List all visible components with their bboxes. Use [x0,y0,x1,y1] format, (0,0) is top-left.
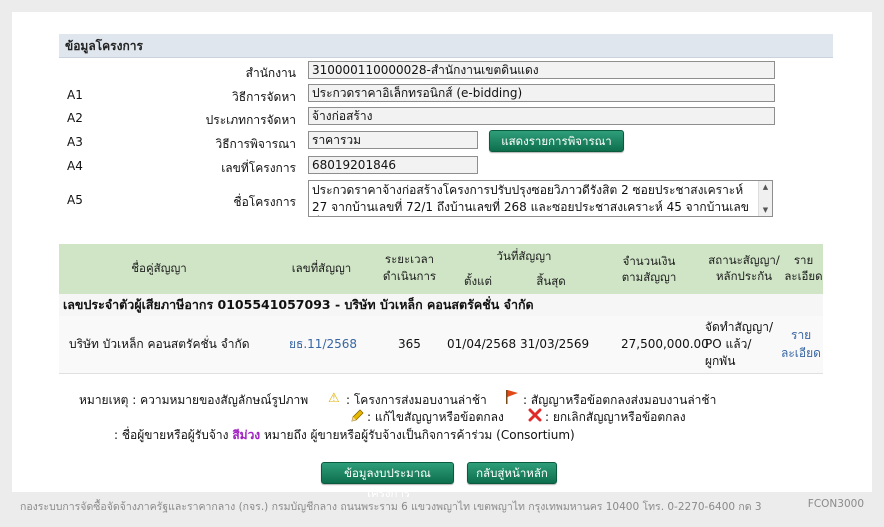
th-amount-2: ตามสัญญา [621,270,677,284]
consortium-purple-word: สีม่วง [232,428,261,442]
show-consideration-button[interactable]: แสดงรายการพิจารณา [489,130,624,152]
amount-cell: 27,500,000.00 [621,337,709,351]
consideration-method-label: วิธีการพิจารณา [215,137,296,151]
status-line-1: จัดทำสัญญา/ [705,320,774,334]
duration-cell: 365 [398,337,421,351]
status-line-3: ผูกพัน [705,354,736,368]
table-row: บริษัท บัวเหล็ก คอนสตรัคชั่น จำกัด ยธ.11… [59,316,823,374]
legend-cancel-contract: : ยกเลิกสัญญาหรือข้อตกลง [545,410,686,424]
th-start: ตั้งแต่ [464,274,492,288]
detail-link-2[interactable]: ละเอียด [781,345,821,362]
procurement-type-field: จ้างก่อสร้าง [308,107,775,125]
th-duration-1: ระยะเวลา [384,252,435,266]
a4-code: A4 [67,159,83,173]
project-name-label: ชื่อโครงการ [233,195,296,209]
office-label: สำนักงาน [245,66,296,80]
project-number-field: 68019201846 [308,156,478,174]
cancel-x-icon [528,408,542,427]
legend-edit-contract: : แก้ไขสัญญาหรือข้อตกลง [367,410,504,424]
section-title: ข้อมูลโครงการ [59,34,833,58]
scroll-down-icon[interactable]: ▼ [759,204,772,216]
procurement-method-label: วิธีการจัดหา [232,90,296,104]
legend-late-delivery: : โครงการส่งมอบงานล่าช้า [346,393,487,407]
th-status-2: หลักประกัน [715,269,773,283]
th-amount-1: จำนวนเงิน [622,254,676,268]
a5-code: A5 [67,193,83,207]
project-number-label: เลขที่โครงการ [221,161,296,175]
th-detail-2: ละเอียด [784,269,823,283]
scroll-up-icon[interactable]: ▲ [759,181,772,193]
start-date-cell: 01/04/2568 [447,337,517,351]
budget-info-button[interactable]: ข้อมูลงบประมาณโครงการ [321,462,454,500]
warning-icon: ⚠ [328,391,340,406]
footer: กองระบบการจัดซื้อจัดจ้างภาครัฐและราคากลา… [20,498,864,515]
legend-contract-late: : สัญญาหรือข้อตกลงส่งมอบงานล่าช้า [523,393,717,407]
detail-link-1[interactable]: ราย [791,327,811,344]
contract-no-link[interactable]: ยธ.11/2568 [289,336,357,353]
pencil-icon [349,408,365,429]
end-date-cell: 31/03/2569 [520,337,590,351]
contractor-cell: บริษัท บัวเหล็ก คอนสตรัคชั่น จำกัด [69,337,250,351]
office-field: 310000110000028-สำนักงานเขตดินแดง [308,61,775,79]
project-name-textarea[interactable]: ประกวดราคาจ้างก่อสร้างโครงการปรับปรุงซอย… [308,180,773,217]
footer-address: กองระบบการจัดซื้อจัดจ้างภาครัฐและราคากลา… [20,501,762,513]
a3-code: A3 [67,135,83,149]
contract-table-header: ชื่อคู่สัญญา เลขที่สัญญา ระยะเวลา ดำเนิน… [59,244,823,294]
procurement-method-field: ประกวดราคาอิเล็กทรอนิกส์ (e-bidding) [308,84,775,102]
main-panel: ข้อมูลโครงการ สำนักงาน 310000110000028-ส… [12,12,872,500]
th-date-group: วันที่สัญญา [496,249,552,263]
flag-icon [504,389,520,410]
th-contractor: ชื่อคู่สัญญา [131,261,187,275]
taxpayer-group-row: เลขประจำตัวผู้เสียภาษีอากร 0105541057093… [59,294,823,316]
status-line-2: PO แล้ว/ [705,337,752,351]
a1-code: A1 [67,88,83,102]
a2-code: A2 [67,111,83,125]
th-status-1: สถานะสัญญา/ [708,253,780,267]
back-home-button[interactable]: กลับสู่หน้าหลัก [467,462,557,484]
th-end: สิ้นสุด [536,274,566,288]
procurement-type-label: ประเภทการจัดหา [205,113,296,127]
consortium-prefix: : ชื่อผู้ขายหรือผู้รับจ้าง [114,428,229,442]
th-detail-1: ราย [793,253,814,267]
legend-consortium: : ชื่อผู้ขายหรือผู้รับจ้าง สีม่วง หมายถึ… [114,427,575,444]
textarea-scrollbar[interactable]: ▲ ▼ [758,181,772,216]
page-code: FCON3000 [807,498,864,510]
consideration-method-field: ราคารวม [308,131,478,149]
th-contract-no: เลขที่สัญญา [291,261,352,275]
legend-note: หมายเหตุ : ความหมายของสัญลักษณ์รูปภาพ [79,393,309,407]
th-duration-2: ดำเนินการ [382,269,437,283]
consortium-suffix: หมายถึง ผู้ขายหรือผู้รับจ้างเป็นกิจการค้… [264,428,575,442]
project-name-text: ประกวดราคาจ้างก่อสร้างโครงการปรับปรุงซอย… [312,183,749,214]
